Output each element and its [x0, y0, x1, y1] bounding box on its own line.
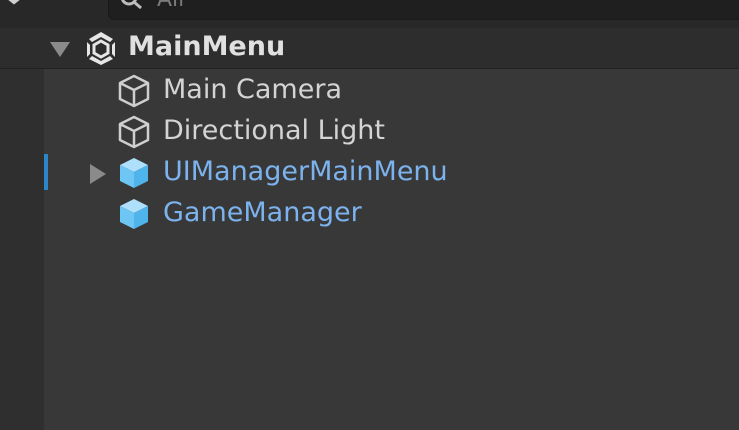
- search-input[interactable]: All: [108, 0, 739, 20]
- search-placeholder: All: [157, 0, 184, 12]
- hierarchy-item-label: GameManager: [163, 197, 362, 228]
- hierarchy-window: All MainMenu Main Camera Dir: [0, 0, 739, 430]
- unity-scene-icon: [87, 32, 115, 65]
- cube-outline-icon: [118, 74, 150, 108]
- hierarchy-item-gamemanager[interactable]: GameManager: [44, 193, 739, 233]
- hierarchy-toolbar: All: [0, 0, 739, 28]
- collapse-arrow-icon[interactable]: [48, 40, 72, 58]
- hierarchy-item-main-camera[interactable]: Main Camera: [44, 70, 739, 110]
- scene-name: MainMenu: [128, 31, 286, 62]
- add-dropdown-arrow-icon[interactable]: [0, 0, 40, 12]
- search-icon: [121, 0, 142, 10]
- left-gutter: [0, 28, 44, 430]
- prefab-cube-icon: [120, 199, 148, 229]
- hierarchy-item-directional-light[interactable]: Directional Light: [44, 111, 739, 151]
- hierarchy-item-label: Main Camera: [163, 74, 342, 105]
- cube-outline-icon: [118, 115, 150, 149]
- hierarchy-item-uimanagermainmenu[interactable]: UIManagerMainMenu: [44, 152, 739, 192]
- scene-row-mainmenu[interactable]: MainMenu: [0, 28, 739, 69]
- hierarchy-item-label: UIManagerMainMenu: [163, 156, 448, 187]
- prefab-cube-icon: [120, 158, 148, 188]
- expand-arrow-icon[interactable]: [88, 162, 108, 186]
- hierarchy-item-label: Directional Light: [163, 115, 385, 146]
